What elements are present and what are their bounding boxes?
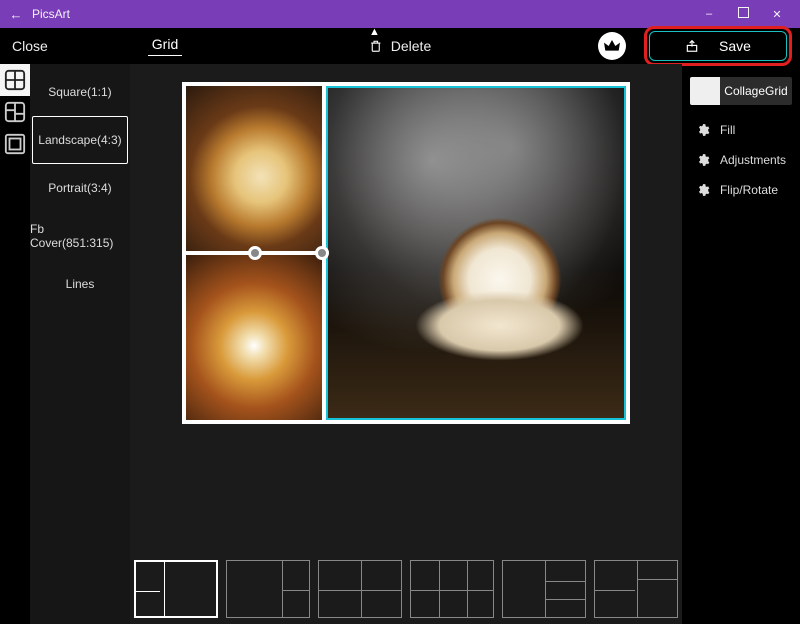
ratio-label: Fb Cover(851:315) — [30, 222, 130, 250]
layout-thumb-2[interactable] — [226, 560, 310, 618]
save-button[interactable]: Save — [649, 31, 787, 61]
left-rail — [0, 64, 30, 624]
collage-cell-right-selected[interactable] — [326, 86, 626, 420]
layout-thumb-6[interactable] — [594, 560, 678, 618]
back-icon[interactable]: ← — [6, 7, 26, 22]
app-title: PicsArt — [32, 7, 70, 21]
minimize-button[interactable]: ‒ — [692, 8, 726, 20]
ratio-fbcover[interactable]: Fb Cover(851:315) — [30, 212, 130, 260]
option-adjustments[interactable]: Adjustments — [682, 145, 800, 175]
toolbar: Close Grid Delete ▲ Save — [0, 28, 800, 64]
ratio-list: Square(1:1) Landscape(4:3) Portrait(3:4)… — [30, 64, 130, 624]
grid-tab[interactable]: Grid — [148, 36, 182, 56]
ratio-label: Portrait(3:4) — [48, 181, 111, 195]
ratio-label: Square(1:1) — [48, 85, 111, 99]
collage-frame[interactable] — [182, 82, 630, 424]
cursor-icon: ▲ — [369, 26, 380, 38]
collage-grid-chip[interactable]: CollageGrid — [690, 77, 792, 105]
layout-thumb-4[interactable] — [410, 560, 494, 618]
canvas-area — [130, 64, 682, 624]
chip-label: CollageGrid — [720, 77, 792, 105]
layout-2x2-icon — [4, 69, 26, 91]
save-highlight: Save — [644, 26, 792, 66]
option-flip-rotate[interactable]: Flip/Rotate — [682, 175, 800, 205]
divider-handle-vertical[interactable] — [248, 246, 262, 260]
collage-cell-bottom-left[interactable] — [186, 255, 322, 420]
gear-icon — [696, 153, 710, 167]
ratio-square[interactable]: Square(1:1) — [30, 68, 130, 116]
right-panel: CollageGrid Fill Adjustments Flip/Rotate — [682, 64, 800, 624]
layout-thumb-3[interactable] — [318, 560, 402, 618]
ratio-lines[interactable]: Lines — [30, 260, 130, 308]
chip-swatch — [690, 77, 720, 105]
layout-strip[interactable] — [130, 558, 682, 624]
trash-icon — [369, 38, 383, 54]
option-fill[interactable]: Fill — [682, 115, 800, 145]
delete-button[interactable]: Delete — [369, 38, 431, 54]
save-label: Save — [719, 38, 751, 54]
delete-label: Delete — [391, 38, 431, 54]
ratio-portrait[interactable]: Portrait(3:4) — [30, 164, 130, 212]
divider-handle-horizontal[interactable] — [315, 246, 329, 260]
layout-thumb-5[interactable] — [502, 560, 586, 618]
rail-layout-mixed[interactable] — [0, 96, 30, 128]
ratio-label: Lines — [66, 277, 95, 291]
titlebar: ← PicsArt ‒ ✕ — [0, 0, 800, 28]
ratio-landscape[interactable]: Landscape(4:3) — [32, 116, 128, 164]
ratio-label: Landscape(4:3) — [38, 133, 121, 147]
option-label: Flip/Rotate — [720, 183, 778, 197]
collage-cell-top-left[interactable] — [186, 86, 322, 251]
gear-icon — [696, 183, 710, 197]
close-button[interactable]: Close — [12, 38, 48, 54]
rail-layout-grid[interactable] — [0, 64, 30, 96]
option-label: Adjustments — [720, 153, 786, 167]
export-icon — [685, 39, 699, 53]
option-label: Fill — [720, 123, 735, 137]
layout-frame-icon — [4, 133, 26, 155]
maximize-button[interactable] — [726, 7, 760, 21]
gear-icon — [696, 123, 710, 137]
layout-mixed-icon — [4, 101, 26, 123]
premium-crown-icon[interactable] — [598, 32, 626, 60]
layout-thumb-1[interactable] — [134, 560, 218, 618]
rail-layout-frame[interactable] — [0, 128, 30, 160]
close-window-button[interactable]: ✕ — [760, 8, 794, 21]
